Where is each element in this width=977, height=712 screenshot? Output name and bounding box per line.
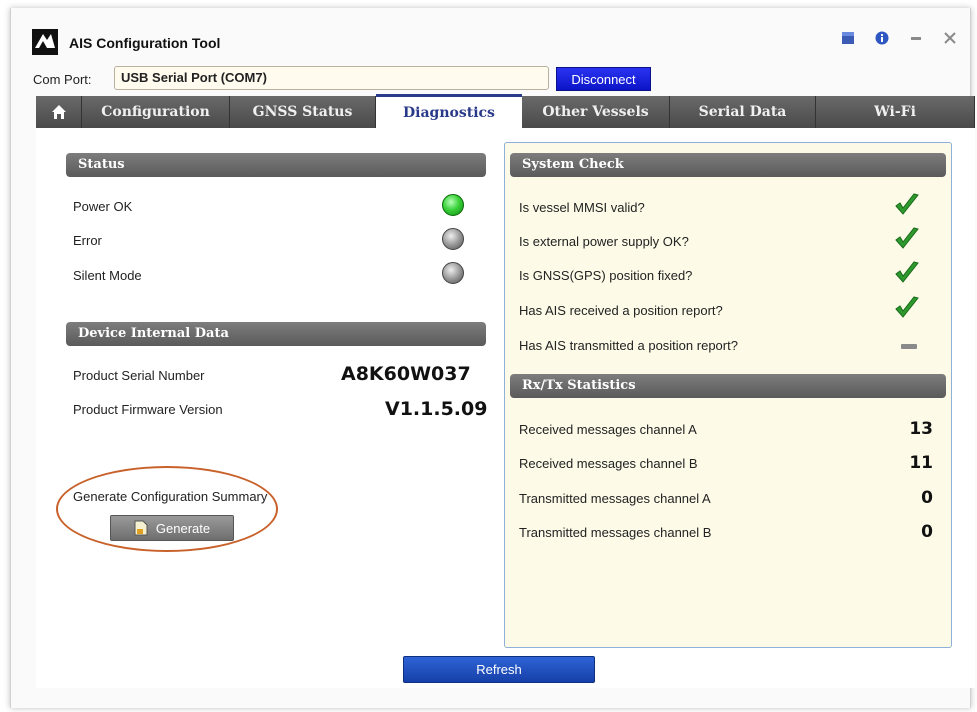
- tab-diagnostics[interactable]: Diagnostics: [376, 94, 522, 128]
- checkmark-icon: [895, 296, 919, 318]
- device-data-header: Device Internal Data: [66, 322, 486, 346]
- power-ok-led-icon: [442, 194, 464, 216]
- tab-bar: Configuration GNSS Status Diagnostics Ot…: [36, 94, 975, 128]
- tab-serial-data[interactable]: Serial Data: [670, 96, 816, 128]
- rx-channel-a-value: 13: [909, 419, 933, 439]
- dash-icon: [901, 344, 917, 349]
- tab-home[interactable]: [36, 96, 82, 128]
- window-controls: [840, 30, 958, 46]
- comport-select[interactable]: USB Serial Port (COM7): [114, 66, 549, 90]
- checkmark-icon: [895, 227, 919, 249]
- serial-number-value: A8K60W037: [341, 363, 471, 385]
- app-logo-icon: [32, 29, 58, 55]
- tx-channel-a-value: 0: [921, 488, 933, 508]
- check-transmitted-report-label: Has AIS transmitted a position report?: [519, 338, 738, 353]
- minimize-icon[interactable]: [908, 30, 924, 46]
- close-icon[interactable]: [942, 30, 958, 46]
- silent-mode-led-icon: [442, 262, 464, 284]
- info-icon[interactable]: [874, 30, 890, 46]
- comport-label: Com Port:: [33, 72, 92, 87]
- tab-other-vessels[interactable]: Other Vessels: [522, 96, 670, 128]
- generate-button[interactable]: Generate: [110, 515, 234, 541]
- rxtx-stats-header: Rx/Tx Statistics: [510, 374, 946, 398]
- tx-channel-b-label: Transmitted messages channel B: [519, 525, 712, 540]
- tx-channel-a-label: Transmitted messages channel A: [519, 491, 711, 506]
- diagnostics-content: Status Power OK Error Silent Mode Device…: [36, 128, 975, 688]
- firmware-version-value: V1.1.5.09: [385, 398, 488, 420]
- check-mmsi-label: Is vessel MMSI valid?: [519, 200, 645, 215]
- app-title: AIS Configuration Tool: [69, 35, 221, 51]
- tab-wifi[interactable]: Wi-Fi: [816, 96, 975, 128]
- rx-channel-b-value: 11: [909, 453, 933, 473]
- disconnect-button[interactable]: Disconnect: [556, 67, 651, 91]
- home-icon: [51, 105, 66, 119]
- refresh-button[interactable]: Refresh: [403, 656, 595, 683]
- tab-gnss-status[interactable]: GNSS Status: [230, 96, 376, 128]
- power-ok-label: Power OK: [73, 199, 133, 214]
- checkmark-icon: [895, 193, 919, 215]
- check-gnss-fixed-label: Is GNSS(GPS) position fixed?: [519, 268, 693, 283]
- firmware-version-label: Product Firmware Version: [73, 402, 223, 417]
- rx-channel-b-label: Received messages channel B: [519, 456, 698, 471]
- error-label: Error: [73, 233, 102, 248]
- rx-channel-a-label: Received messages channel A: [519, 422, 697, 437]
- tab-configuration[interactable]: Configuration: [82, 96, 230, 128]
- generate-summary-label: Generate Configuration Summary: [73, 489, 268, 504]
- check-received-report-label: Has AIS received a position report?: [519, 303, 723, 318]
- check-power-supply-label: Is external power supply OK?: [519, 234, 689, 249]
- tx-channel-b-value: 0: [921, 522, 933, 542]
- system-check-header: System Check: [510, 153, 946, 177]
- app-menu-icon[interactable]: [840, 30, 856, 46]
- status-header: Status: [66, 153, 486, 177]
- checkmark-icon: [895, 261, 919, 283]
- document-icon: [134, 520, 148, 536]
- serial-number-label: Product Serial Number: [73, 368, 205, 383]
- generate-button-label: Generate: [155, 520, 211, 536]
- silent-mode-label: Silent Mode: [73, 268, 142, 283]
- error-led-icon: [442, 228, 464, 250]
- system-check-panel: System Check Is vessel MMSI valid? Is ex…: [504, 142, 952, 648]
